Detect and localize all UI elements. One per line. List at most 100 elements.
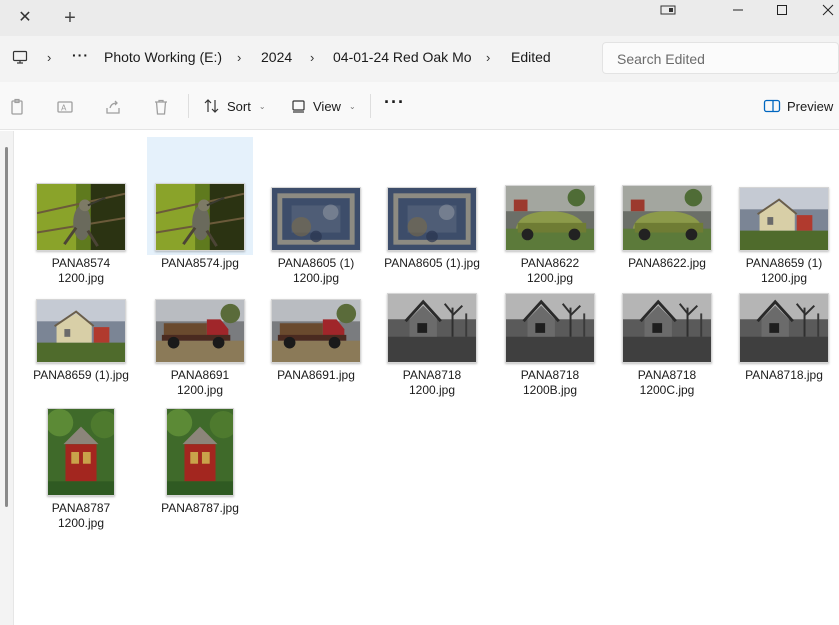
file-thumbnail[interactable] — [271, 299, 361, 363]
file-item[interactable]: PANA8622.jpg — [614, 137, 720, 270]
close-tab-icon[interactable]: ✕ — [16, 9, 34, 27]
file-item[interactable]: PANA8574.jpg — [147, 137, 253, 270]
file-item[interactable]: PANA8718 1200B.jpg — [497, 289, 603, 407]
file-item[interactable]: PANA8691 1200.jpg — [147, 289, 253, 407]
command-bar: A Sort ⌄ View ⌄ ··· Preview — [0, 82, 839, 130]
file-name-line[interactable]: PANA8574.jpg — [147, 256, 253, 271]
search-placeholder[interactable]: Search Edited — [617, 51, 705, 67]
file-name-line[interactable]: PANA8718 — [497, 368, 603, 383]
file-name-line[interactable]: PANA8659 (1) — [731, 256, 837, 271]
file-item[interactable]: PANA8787 1200.jpg — [28, 401, 134, 530]
file-name-line[interactable]: 1200.jpg — [731, 271, 837, 286]
toolbar-divider — [188, 94, 189, 118]
file-name-line[interactable]: PANA8691 — [147, 368, 253, 383]
sort-icon — [204, 99, 219, 113]
file-item[interactable]: PANA8622 1200.jpg — [497, 137, 603, 285]
file-thumbnail[interactable] — [36, 183, 126, 251]
more-options-button[interactable]: ··· — [384, 92, 405, 113]
breadcrumb-separator-icon[interactable]: › — [237, 50, 241, 65]
file-thumbnail[interactable] — [505, 185, 595, 251]
minimize-button[interactable] — [715, 0, 761, 20]
photo-thumbnail-image — [388, 188, 476, 250]
view-button[interactable]: View ⌄ — [291, 92, 356, 120]
paste-icon[interactable] — [9, 98, 27, 116]
photo-thumbnail-image — [740, 188, 828, 250]
photo-thumbnail-image — [37, 184, 125, 250]
file-thumbnail[interactable] — [387, 293, 477, 363]
scrollbar-thumb[interactable] — [5, 147, 8, 507]
search-box[interactable]: Search Edited — [602, 42, 839, 74]
file-name-line[interactable]: PANA8787 — [28, 501, 134, 516]
file-thumbnail[interactable] — [622, 293, 712, 363]
new-tab-button[interactable]: + — [60, 8, 80, 28]
file-list-pane[interactable]: PANA8574 1200.jpg PANA8574.jpg PANA8605 (… — [0, 131, 839, 625]
file-name-line[interactable]: PANA8718 — [614, 368, 720, 383]
file-thumbnail[interactable] — [155, 183, 245, 251]
sort-button[interactable]: Sort ⌄ — [203, 92, 266, 120]
file-name-line[interactable]: PANA8787.jpg — [147, 501, 253, 516]
share-icon[interactable] — [104, 98, 122, 116]
file-name-line[interactable]: PANA8622 — [497, 256, 603, 271]
delete-icon[interactable] — [152, 98, 170, 116]
mini-mode-button[interactable] — [645, 0, 691, 20]
file-item[interactable]: PANA8574 1200.jpg — [28, 137, 134, 285]
photo-thumbnail-image — [272, 300, 360, 362]
rename-icon[interactable]: A — [56, 98, 74, 116]
chevron-down-icon: ⌄ — [258, 101, 266, 111]
file-item[interactable]: PANA8659 (1) 1200.jpg — [731, 137, 837, 285]
file-thumbnail[interactable] — [739, 293, 829, 363]
file-item[interactable]: PANA8691.jpg — [263, 289, 369, 407]
file-thumbnail[interactable] — [505, 293, 595, 363]
this-pc-icon[interactable] — [12, 49, 28, 65]
file-name-line[interactable]: PANA8622.jpg — [614, 256, 720, 271]
sort-label: Sort — [227, 98, 251, 114]
file-thumbnail[interactable] — [271, 187, 361, 251]
file-thumbnail[interactable] — [155, 299, 245, 363]
file-item[interactable]: PANA8605 (1).jpg — [379, 137, 485, 270]
close-window-button[interactable] — [805, 0, 839, 20]
breadcrumb-current[interactable]: Edited — [511, 49, 551, 65]
file-name-line[interactable]: 1200.jpg — [379, 383, 485, 398]
minimize-icon — [733, 9, 743, 11]
file-name-line[interactable]: 1200C.jpg — [614, 383, 720, 398]
breadcrumb-year[interactable]: 2024 — [261, 49, 292, 65]
file-item[interactable]: PANA8659 (1).jpg — [28, 289, 134, 407]
breadcrumb-separator-icon[interactable]: › — [310, 50, 314, 65]
file-name-line[interactable]: 1200.jpg — [147, 383, 253, 398]
photo-thumbnail-image — [156, 300, 244, 362]
file-name-line[interactable]: 1200B.jpg — [497, 383, 603, 398]
maximize-button[interactable] — [759, 0, 805, 20]
file-name-line[interactable]: PANA8659 (1).jpg — [28, 368, 134, 383]
file-thumbnail[interactable] — [739, 187, 829, 251]
file-item[interactable]: PANA8718 1200C.jpg — [614, 289, 720, 407]
file-name-line[interactable]: PANA8605 (1).jpg — [379, 256, 485, 271]
file-item[interactable]: PANA8718 1200.jpg — [379, 289, 485, 407]
file-name-line[interactable]: PANA8605 (1) — [263, 256, 369, 271]
preview-label: Preview — [787, 98, 834, 114]
file-name-line[interactable]: 1200.jpg — [497, 271, 603, 286]
breadcrumb-folder[interactable]: 04-01-24 Red Oak Mo — [333, 49, 472, 65]
preview-pane-icon — [763, 99, 781, 113]
file-name-line[interactable]: 1200.jpg — [28, 271, 134, 286]
preview-pane-button[interactable]: Preview — [763, 92, 833, 120]
file-item[interactable]: PANA8605 (1) 1200.jpg — [263, 137, 369, 285]
file-thumbnail[interactable] — [622, 185, 712, 251]
file-name-line[interactable]: 1200.jpg — [263, 271, 369, 286]
view-label: View — [313, 98, 341, 114]
file-thumbnail[interactable] — [387, 187, 477, 251]
file-thumbnail[interactable] — [47, 408, 115, 496]
file-thumbnail[interactable] — [36, 299, 126, 363]
file-thumbnail[interactable] — [166, 408, 234, 496]
file-name-line[interactable]: PANA8718.jpg — [731, 368, 837, 383]
file-name-line[interactable]: PANA8691.jpg — [263, 368, 369, 383]
file-name-line[interactable]: PANA8574 — [28, 256, 134, 271]
file-name-line[interactable]: PANA8718 — [379, 368, 485, 383]
file-name-line[interactable]: 1200.jpg — [28, 516, 134, 531]
breadcrumb-separator-icon[interactable]: › — [486, 50, 490, 65]
file-item[interactable]: PANA8787.jpg — [147, 401, 253, 519]
breadcrumb-overflow-button[interactable]: ··· — [72, 47, 89, 63]
breadcrumb-drive[interactable]: Photo Working (E:) — [104, 49, 222, 65]
file-item[interactable]: PANA8718.jpg — [731, 289, 837, 407]
breadcrumb-separator-icon[interactable]: › — [47, 50, 51, 65]
navigation-pane-scrollbar[interactable] — [0, 131, 14, 625]
